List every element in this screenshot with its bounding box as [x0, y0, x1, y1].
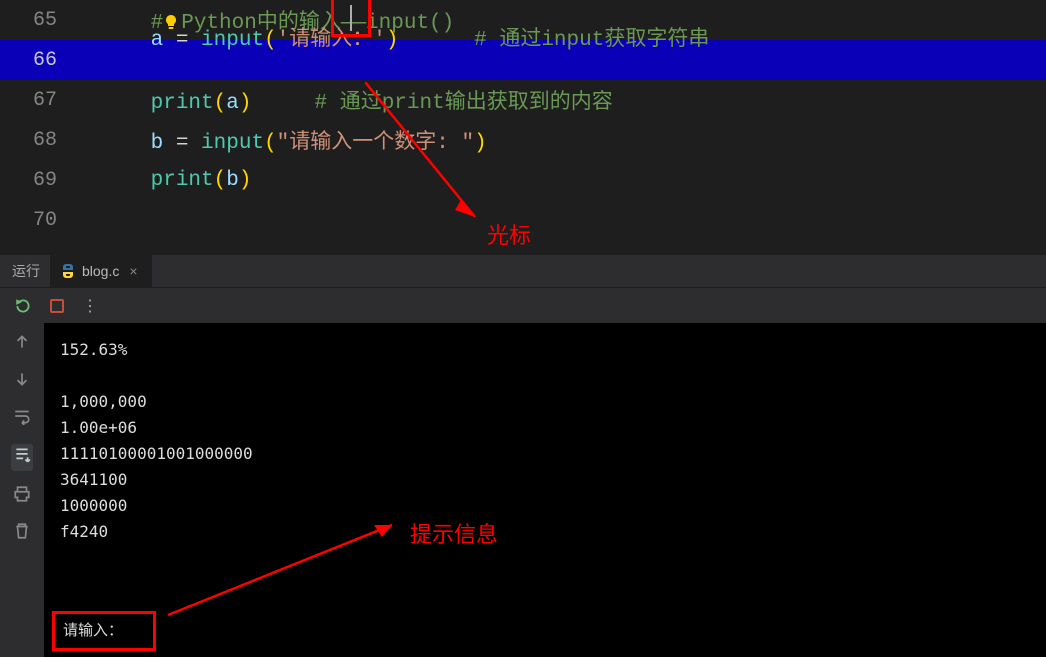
code-editor[interactable]: 65 #Python中的输入——input() 66 a = input('请输…: [0, 0, 1046, 255]
input-prompt-text: 请输入：: [63, 622, 123, 639]
soft-wrap-icon[interactable]: [13, 407, 31, 430]
arrow-down-icon[interactable]: [13, 370, 31, 393]
scroll-to-end-icon[interactable]: [11, 444, 33, 471]
run-tab[interactable]: blog.c ×: [50, 255, 152, 287]
console-line: 3641100: [60, 467, 1030, 493]
line-number: 68: [0, 129, 75, 152]
console-side-toolbar: [0, 323, 44, 657]
run-panel: 运行 blog.c × ⋮ 152.63%: [0, 255, 1046, 657]
console-line: 11110100001001000000: [60, 441, 1030, 467]
print-icon[interactable]: [13, 485, 31, 508]
arrow-up-icon[interactable]: [13, 333, 31, 356]
more-icon[interactable]: ⋮: [82, 296, 98, 316]
console-line: 1,000,000: [60, 389, 1030, 415]
tab-label: blog.c: [82, 263, 119, 279]
python-icon: [60, 263, 76, 279]
console-line: [60, 363, 1030, 389]
annotation-box-prompt: 请输入：: [52, 611, 156, 651]
console-line: 152.63%: [60, 337, 1030, 363]
code-line[interactable]: 69 print(b): [0, 160, 1046, 200]
run-toolbar: ⋮: [0, 287, 1046, 323]
annotation-label-prompt: 提示信息: [410, 517, 498, 549]
line-number: 69: [0, 169, 75, 192]
run-title: 运行: [12, 261, 40, 281]
console-line: f4240: [60, 519, 1030, 545]
console-line: 1000000: [60, 493, 1030, 519]
close-icon[interactable]: ×: [125, 263, 141, 279]
text-cursor: [350, 5, 352, 31]
line-number: 67: [0, 89, 75, 112]
stop-icon[interactable]: [48, 297, 66, 315]
console-line: 1.00e+06: [60, 415, 1030, 441]
trash-icon[interactable]: [13, 522, 31, 545]
annotation-label-cursor: 光标: [487, 218, 531, 250]
console-output[interactable]: 152.63% 1,000,000 1.00e+06 1111010000100…: [44, 323, 1046, 657]
line-number: 70: [0, 209, 75, 232]
line-number: 65: [0, 9, 75, 32]
run-tab-bar: 运行 blog.c ×: [0, 255, 1046, 287]
line-number: 66: [0, 49, 75, 72]
rerun-icon[interactable]: [14, 297, 32, 315]
